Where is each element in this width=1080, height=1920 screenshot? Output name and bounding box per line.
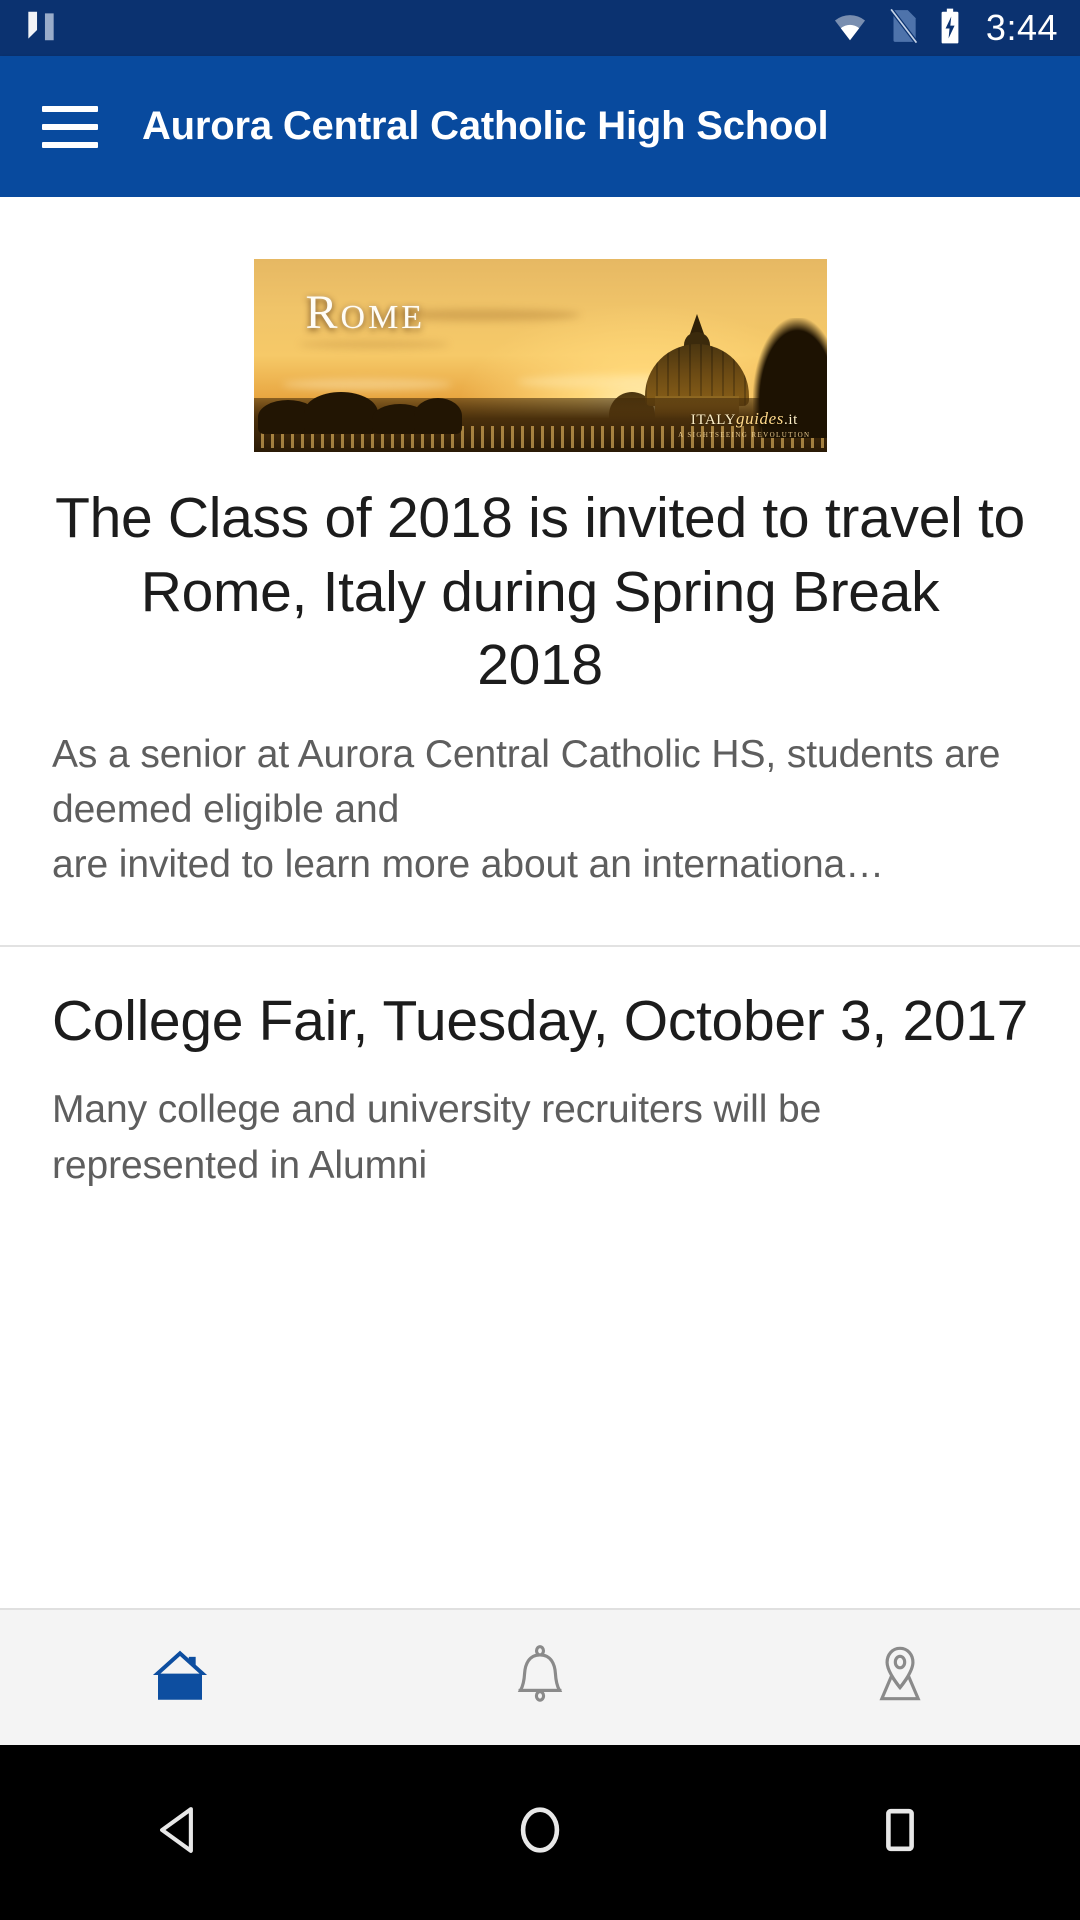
bell-icon <box>507 1642 573 1713</box>
feed-item-headline: College Fair, Tuesday, October 3, 2017 <box>51 988 1029 1053</box>
feed-item-headline: The Class of 2018 is invited to travel t… <box>55 486 1025 698</box>
no-sim-icon <box>886 7 920 50</box>
hamburger-menu-icon[interactable] <box>42 105 98 148</box>
rome-banner-image: Rome ITALYguides.it A SIGHTSEEING REVOLU… <box>253 259 827 452</box>
back-triangle-icon <box>151 1801 209 1864</box>
tab-home[interactable] <box>0 1610 360 1745</box>
map-pin-icon <box>867 1642 933 1713</box>
feed-item-college-fair[interactable]: College Fair, Tuesday, October 3, 2017 M… <box>0 946 1080 1203</box>
banner-watermark: ITALYguides.it A SIGHTSEEING REVOLUTION <box>678 408 811 439</box>
recents-square-icon <box>871 1801 929 1864</box>
tab-notifications[interactable] <box>360 1610 720 1745</box>
feed-item-body: As a senior at Aurora Central Catholic H… <box>52 732 1001 887</box>
banner-title-text: Rome <box>305 286 426 339</box>
home-circle-icon <box>511 1801 569 1864</box>
status-bar-clock: 3:44 <box>985 7 1058 48</box>
feed-item-rome-trip[interactable]: Rome ITALYguides.it A SIGHTSEEING REVOLU… <box>0 197 1080 945</box>
app-bar: Aurora Central Catholic High School <box>0 56 1080 197</box>
android-n-logo-icon <box>22 7 60 50</box>
banner-watermark-tagline: A SIGHTSEEING REVOLUTION <box>678 430 811 439</box>
nav-recents-button[interactable] <box>720 1801 1080 1864</box>
bottom-tab-bar <box>0 1608 1080 1745</box>
android-navigation-bar <box>0 1745 1080 1920</box>
feed-item-body: Many college and university recruiters w… <box>52 1088 822 1187</box>
banner-wrapper: Rome ITALYguides.it A SIGHTSEEING REVOLU… <box>0 197 1080 452</box>
nav-back-button[interactable] <box>0 1801 360 1864</box>
status-bar-left <box>22 7 60 50</box>
wifi-icon <box>831 7 869 50</box>
status-bar: 3:44 <box>0 0 1080 56</box>
page-title: Aurora Central Catholic High School <box>142 104 829 148</box>
banner-cloud <box>299 340 450 350</box>
tab-map[interactable] <box>720 1610 1080 1745</box>
battery-charging-icon <box>937 7 963 50</box>
feed-scroll-area[interactable]: Rome ITALYguides.it A SIGHTSEEING REVOLU… <box>0 197 1080 1608</box>
nav-home-button[interactable] <box>360 1801 720 1864</box>
banner-trees-left <box>254 388 464 434</box>
status-bar-right: 3:44 <box>831 7 1058 50</box>
banner-watermark-brand: ITALYguides.it <box>690 408 798 428</box>
home-icon <box>147 1642 213 1713</box>
